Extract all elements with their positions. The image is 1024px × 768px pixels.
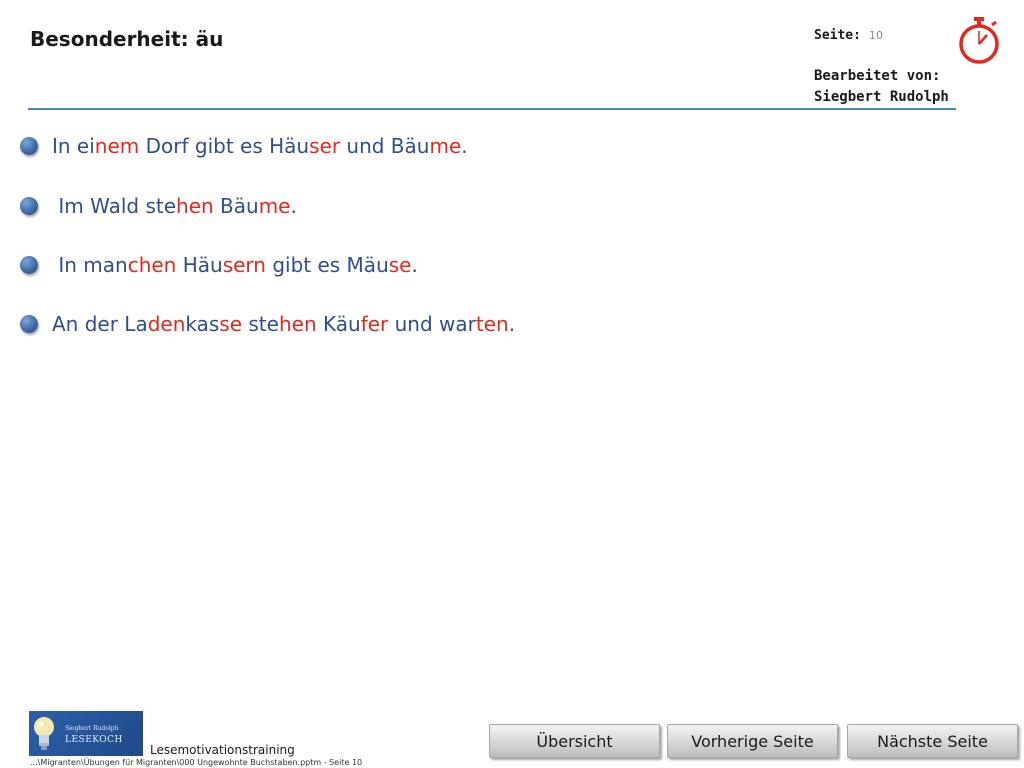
sentence-segment: und war bbox=[388, 312, 476, 336]
sentence-text: In einem Dorf gibt es Häuser und Bäume. bbox=[52, 134, 468, 158]
syllable-highlight: fer bbox=[360, 312, 389, 336]
edited-by-label: Bearbeitet von: bbox=[814, 68, 941, 84]
page-title: Besonderheit: äu bbox=[30, 27, 224, 51]
sentence-segment: kas bbox=[185, 312, 220, 336]
next-page-button[interactable]: Nächste Seite bbox=[847, 724, 1018, 758]
sentence-segment: gibt es Mäu bbox=[265, 253, 389, 277]
sentence-segment: Bäu bbox=[213, 194, 259, 218]
author-name: Siegbert Rudolph bbox=[814, 89, 949, 105]
footer-file-path: ...\Migranten\Übungen für Migranten\000 … bbox=[30, 758, 363, 767]
sentence-text: An der Ladenkasse stehen Käufer und wart… bbox=[52, 312, 515, 336]
previous-page-button[interactable]: Vorherige Seite bbox=[667, 724, 838, 758]
lesekoch-logo: Siegbert Rudolph LESEKOCH bbox=[29, 711, 143, 756]
syllable-highlight: hen bbox=[176, 194, 214, 218]
sentence-segment: Dorf gibt es Häu bbox=[139, 134, 310, 158]
syllable-highlight: sern bbox=[222, 253, 266, 277]
syllable-highlight: chen bbox=[127, 253, 177, 277]
sentence-segment: ste bbox=[242, 312, 279, 336]
syllable-highlight: se bbox=[219, 312, 243, 336]
sentence-segment: Käu bbox=[316, 312, 361, 336]
sentence-segment: An der La bbox=[52, 312, 148, 336]
sentence-segment: . bbox=[461, 134, 468, 158]
overview-button[interactable]: Übersicht bbox=[489, 724, 660, 758]
syllable-highlight: me bbox=[258, 194, 291, 218]
syllable-highlight: hen bbox=[278, 312, 317, 336]
stopwatch-icon[interactable] bbox=[956, 15, 1002, 65]
sentence-segment: Im Wald ste bbox=[52, 194, 177, 218]
sentence-segment: In man bbox=[52, 253, 128, 277]
page-label: Seite: bbox=[814, 28, 861, 43]
sentence-line: In einem Dorf gibt es Häuser und Bäume. bbox=[20, 131, 468, 161]
header-divider bbox=[28, 108, 956, 110]
page-number: 10 bbox=[869, 29, 883, 42]
syllable-highlight: se bbox=[388, 253, 412, 277]
sentence-segment: . bbox=[411, 253, 418, 277]
bullet-icon bbox=[20, 137, 38, 155]
sentence-text: Im Wald stehen Bäume. bbox=[52, 194, 297, 218]
sentence-segment: In ei bbox=[52, 134, 95, 158]
syllable-highlight: ten bbox=[475, 312, 509, 336]
sentence-line: Im Wald stehen Bäume. bbox=[20, 191, 297, 221]
sentence-segment: und Bäu bbox=[340, 134, 430, 158]
logo-author: Siegbert Rudolph bbox=[65, 725, 119, 732]
footer-title: Lesemotivationstraining bbox=[150, 743, 295, 757]
syllable-highlight: den bbox=[147, 312, 186, 336]
sentence-text: In manchen Häusern gibt es Mäuse. bbox=[52, 253, 418, 277]
lightbulb-icon bbox=[34, 717, 54, 750]
edited-by-block: Bearbeitet von: Siegbert Rudolph bbox=[814, 66, 949, 108]
sentence-segment: Häu bbox=[176, 253, 223, 277]
syllable-highlight: ser bbox=[309, 134, 341, 158]
bullet-icon bbox=[20, 197, 38, 215]
bullet-icon bbox=[20, 315, 38, 333]
syllable-highlight: nem bbox=[94, 134, 140, 158]
sentence-segment: . bbox=[508, 312, 516, 336]
sentence-line: An der Ladenkasse stehen Käufer und wart… bbox=[20, 309, 515, 339]
bullet-icon bbox=[20, 256, 38, 274]
logo-brand: LESEKOCH bbox=[65, 735, 123, 745]
sentence-segment: . bbox=[290, 194, 297, 218]
sentence-line: In manchen Häusern gibt es Mäuse. bbox=[20, 250, 418, 280]
syllable-highlight: me bbox=[429, 134, 462, 158]
